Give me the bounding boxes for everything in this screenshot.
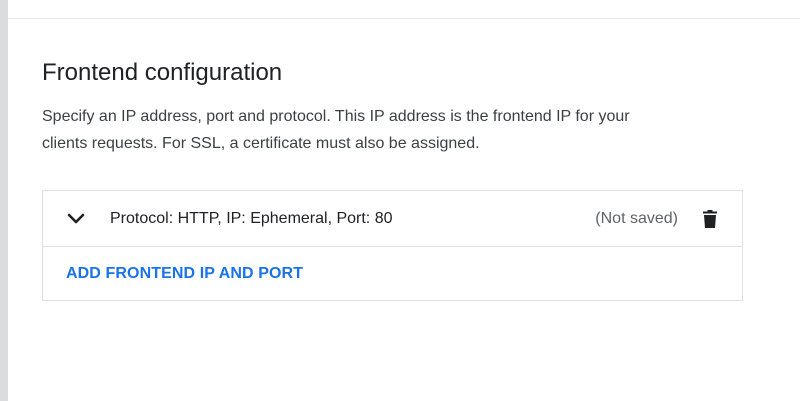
- left-panel-edge: [0, 0, 8, 401]
- frontend-list-card: Protocol: HTTP, IP: Ephemeral, Port: 80 …: [42, 190, 743, 301]
- frontend-item-row[interactable]: Protocol: HTTP, IP: Ephemeral, Port: 80 …: [43, 191, 742, 247]
- frontend-item-label: Protocol: HTTP, IP: Ephemeral, Port: 80: [110, 209, 393, 227]
- frontend-configuration-section: Frontend configuration Specify an IP add…: [42, 55, 745, 301]
- add-row: ADD FRONTEND IP AND PORT: [43, 247, 742, 301]
- frontend-item-status: (Not saved): [595, 209, 678, 227]
- add-frontend-ip-and-port-button[interactable]: ADD FRONTEND IP AND PORT: [66, 265, 303, 283]
- section-description-line-2: clients requests. For SSL, a certificate…: [42, 135, 480, 152]
- section-title: Frontend configuration: [42, 59, 283, 86]
- chevron-down-icon[interactable]: [64, 207, 88, 231]
- section-description-line-1: Specify an IP address, port and protocol…: [42, 108, 630, 125]
- trash-icon[interactable]: [700, 208, 720, 230]
- section-description: Specify an IP address, port and protocol…: [42, 103, 722, 157]
- top-divider: [8, 18, 800, 19]
